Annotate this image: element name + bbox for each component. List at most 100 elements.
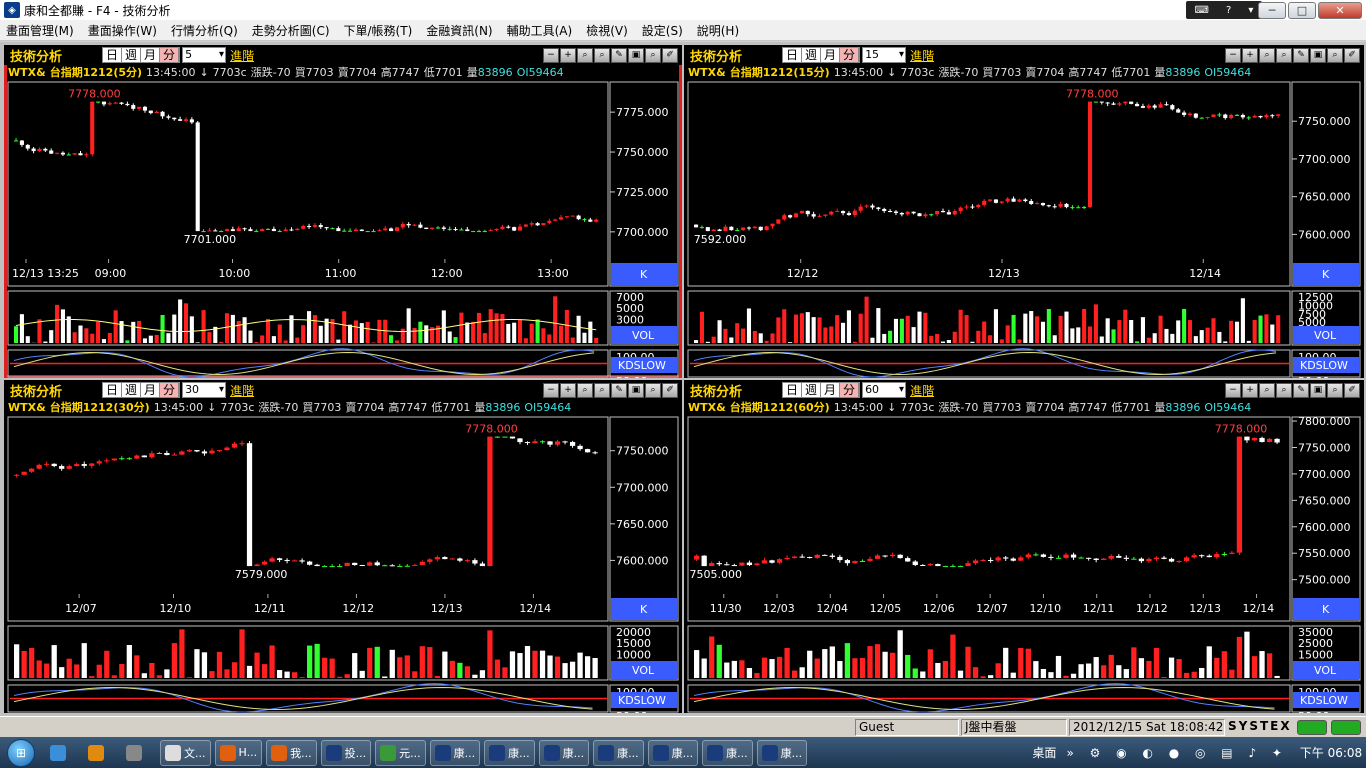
edit-icon[interactable]: ✐ xyxy=(1344,383,1360,398)
tab-month[interactable]: 月 xyxy=(141,48,161,62)
magnify-icon[interactable]: ⌕ xyxy=(594,383,610,398)
keyboard-icon[interactable]: ⌨ xyxy=(1195,5,1209,16)
find-icon[interactable]: ⌕ xyxy=(645,383,661,398)
draw-icon[interactable]: ✎ xyxy=(611,383,627,398)
edit-icon[interactable]: ✐ xyxy=(662,48,678,63)
zoom-out-icon[interactable]: − xyxy=(1225,48,1241,63)
tab-minute[interactable]: 分 xyxy=(840,48,860,62)
zoom-in-icon[interactable]: + xyxy=(560,383,576,398)
tab-week[interactable]: 週 xyxy=(122,48,142,62)
magnify-icon[interactable]: ⌕ xyxy=(1276,383,1292,398)
period-select[interactable]: 15 xyxy=(862,47,907,63)
start-button[interactable]: ⊞ xyxy=(0,738,42,768)
advanced-link[interactable]: 進階 xyxy=(230,47,254,64)
chart-canvas[interactable]: 7750.000 7700.000 7650.000 7600.000 12/12 12/… xyxy=(684,81,1364,378)
taskbar-button[interactable]: 康... xyxy=(756,739,808,766)
tab-week[interactable]: 週 xyxy=(802,383,822,397)
zoom-in-icon[interactable]: + xyxy=(1242,48,1258,63)
tab-month[interactable]: 月 xyxy=(141,383,161,397)
chart-canvas[interactable]: 7750.000 7700.000 7650.000 7600.000 12/07 12/… xyxy=(4,416,682,713)
tab-minute[interactable]: 分 xyxy=(840,383,860,397)
zoom-out-icon[interactable]: − xyxy=(543,48,559,63)
edit-icon[interactable]: ✐ xyxy=(1344,48,1360,63)
zoom-out-icon[interactable]: − xyxy=(1225,383,1241,398)
find-icon[interactable]: ⌕ xyxy=(645,48,661,63)
clock[interactable]: 下午 06:08 xyxy=(1296,744,1366,761)
edit-icon[interactable]: ✐ xyxy=(662,383,678,398)
zoom-in-icon[interactable]: + xyxy=(1242,383,1258,398)
advanced-link[interactable]: 進階 xyxy=(910,382,934,399)
tray-icons[interactable]: » ⚙ ◉ ◐ ● ◎ ▤ ♪ ✦ xyxy=(1066,746,1288,760)
close-button[interactable]: ✕ xyxy=(1318,2,1362,19)
minimize-button[interactable]: ─ xyxy=(1258,2,1286,19)
save-icon[interactable]: ▣ xyxy=(628,383,644,398)
menu-item[interactable]: 檢視(V) xyxy=(580,22,636,39)
advanced-link[interactable]: 進階 xyxy=(910,47,934,64)
menu-item[interactable]: 下單/帳務(T) xyxy=(338,22,421,39)
tab-day[interactable]: 日 xyxy=(103,383,123,397)
chart-panel[interactable]: 技術分析日週月分5進階−+⌕⌕✎▣⌕✐WTX&台指期1212(5分)13:45:… xyxy=(4,45,682,378)
search-icon[interactable]: ⌕ xyxy=(1259,48,1275,63)
maximize-button[interactable]: □ xyxy=(1288,2,1316,19)
tab-minute[interactable]: 分 xyxy=(160,383,180,397)
period-select[interactable]: 30 xyxy=(182,382,227,398)
advanced-link[interactable]: 進階 xyxy=(230,382,254,399)
menu-item[interactable]: 走勢分析圖(C) xyxy=(246,22,338,39)
period-select[interactable]: 5 xyxy=(182,47,227,63)
menu-item[interactable]: 金融資訊(N) xyxy=(420,22,500,39)
taskbar-button[interactable]: 投... xyxy=(320,739,372,766)
tab-day[interactable]: 日 xyxy=(783,383,803,397)
save-icon[interactable]: ▣ xyxy=(628,48,644,63)
taskbar-button[interactable] xyxy=(122,740,156,766)
draw-icon[interactable]: ✎ xyxy=(1293,383,1309,398)
taskbar-button[interactable]: 我... xyxy=(266,739,317,766)
search-icon[interactable]: ⌕ xyxy=(577,48,593,63)
draw-icon[interactable]: ✎ xyxy=(1293,48,1309,63)
taskbar-button[interactable]: 康... xyxy=(484,739,535,766)
zoom-out-icon[interactable]: − xyxy=(543,383,559,398)
volume-bar xyxy=(1108,654,1114,678)
taskbar-button[interactable]: 康... xyxy=(702,739,753,766)
save-icon[interactable]: ▣ xyxy=(1310,383,1326,398)
tab-month[interactable]: 月 xyxy=(821,383,841,397)
tab-month[interactable]: 月 xyxy=(821,48,841,62)
menu-item[interactable]: 畫面管理(M) xyxy=(0,22,82,39)
find-icon[interactable]: ⌕ xyxy=(1327,383,1343,398)
menu-item[interactable]: 說明(H) xyxy=(691,22,747,39)
chart-panel[interactable]: 技術分析日週月分60進階−+⌕⌕✎▣⌕✐WTX&台指期1212(60分)13:4… xyxy=(684,380,1364,713)
chart-panel[interactable]: 技術分析日週月分15進階−+⌕⌕✎▣⌕✐WTX&台指期1212(15分)13:4… xyxy=(684,45,1364,378)
tab-day[interactable]: 日 xyxy=(783,48,803,62)
search-icon[interactable]: ⌕ xyxy=(1259,383,1275,398)
tab-minute[interactable]: 分 xyxy=(160,48,180,62)
chart-panel[interactable]: 技術分析日週月分30進階−+⌕⌕✎▣⌕✐WTX&台指期1212(30分)13:4… xyxy=(4,380,682,713)
dropdown-icon[interactable]: ▾ xyxy=(1248,5,1253,16)
chart-canvas[interactable]: 7775.000 7750.000 7725.000 7700.000 12/13 13… xyxy=(4,81,682,378)
period-select[interactable]: 60 xyxy=(862,382,907,398)
taskbar-button[interactable]: 元... xyxy=(375,739,426,766)
zoom-in-icon[interactable]: + xyxy=(560,48,576,63)
find-icon[interactable]: ⌕ xyxy=(1327,48,1343,63)
save-icon[interactable]: ▣ xyxy=(1310,48,1326,63)
tab-day[interactable]: 日 xyxy=(103,48,123,62)
menu-item[interactable]: 輔助工具(A) xyxy=(501,22,581,39)
desktop-toolbar[interactable]: 桌面 xyxy=(1032,744,1056,761)
taskbar-button[interactable] xyxy=(46,740,80,766)
magnify-icon[interactable]: ⌕ xyxy=(594,48,610,63)
menu-item[interactable]: 設定(S) xyxy=(636,22,691,39)
taskbar-button[interactable]: 康... xyxy=(647,739,699,766)
taskbar-button[interactable] xyxy=(84,740,118,766)
search-icon[interactable]: ⌕ xyxy=(577,383,593,398)
taskbar-button[interactable]: 康... xyxy=(429,739,481,766)
taskbar-button[interactable]: 文... xyxy=(160,739,211,766)
magnify-icon[interactable]: ⌕ xyxy=(1276,48,1292,63)
chart-canvas[interactable]: 7800.000 7750.000 7700.000 7650.000 7600.000… xyxy=(684,416,1364,713)
tab-week[interactable]: 週 xyxy=(802,48,822,62)
menu-item[interactable]: 行情分析(Q) xyxy=(165,22,246,39)
taskbar-button[interactable]: 康... xyxy=(593,739,644,766)
taskbar-button[interactable]: 康... xyxy=(538,739,590,766)
help-icon[interactable]: ? xyxy=(1226,5,1231,16)
taskbar-button[interactable]: H... xyxy=(214,739,263,766)
draw-icon[interactable]: ✎ xyxy=(611,48,627,63)
menu-item[interactable]: 畫面操作(W) xyxy=(82,22,165,39)
tab-week[interactable]: 週 xyxy=(122,383,142,397)
